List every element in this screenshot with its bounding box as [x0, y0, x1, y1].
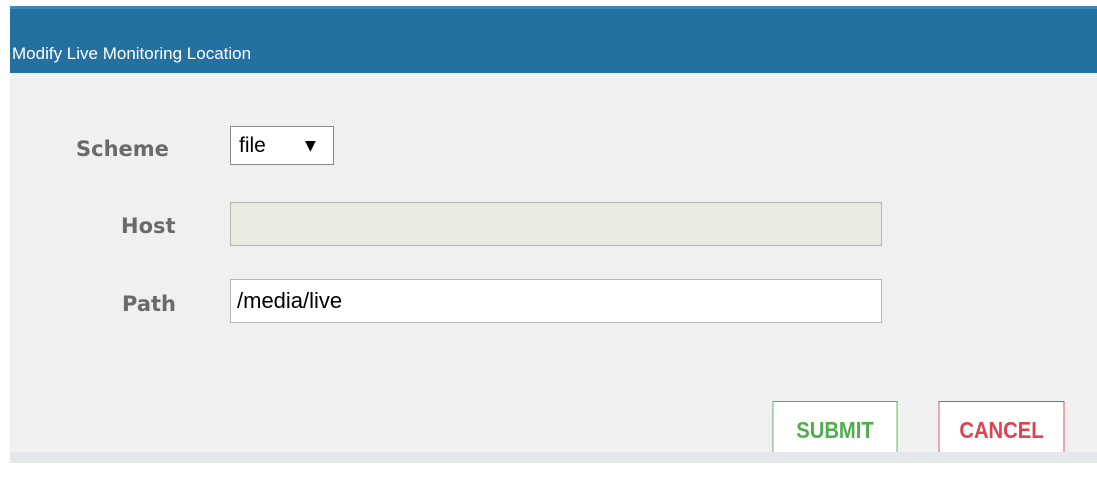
scheme-select-value: file [239, 134, 266, 157]
modify-location-dialog: Modify Live Monitoring Location Scheme f… [10, 6, 1097, 463]
dialog-titlebar: Modify Live Monitoring Location [10, 6, 1097, 73]
scheme-label: Scheme [76, 137, 169, 161]
dialog-title: Modify Live Monitoring Location [12, 44, 252, 63]
page-background: Modify Live Monitoring Location Scheme f… [0, 0, 1097, 491]
dialog-footer-strip [10, 452, 1097, 463]
scheme-select[interactable]: file ▼ [230, 126, 334, 165]
host-label: Host [121, 214, 176, 238]
path-label: Path [122, 292, 176, 316]
path-input[interactable]: /media/live [230, 279, 882, 323]
dropdown-arrow-icon: ▼ [305, 138, 316, 154]
host-input [230, 202, 882, 246]
path-input-value: /media/live [237, 288, 343, 313]
